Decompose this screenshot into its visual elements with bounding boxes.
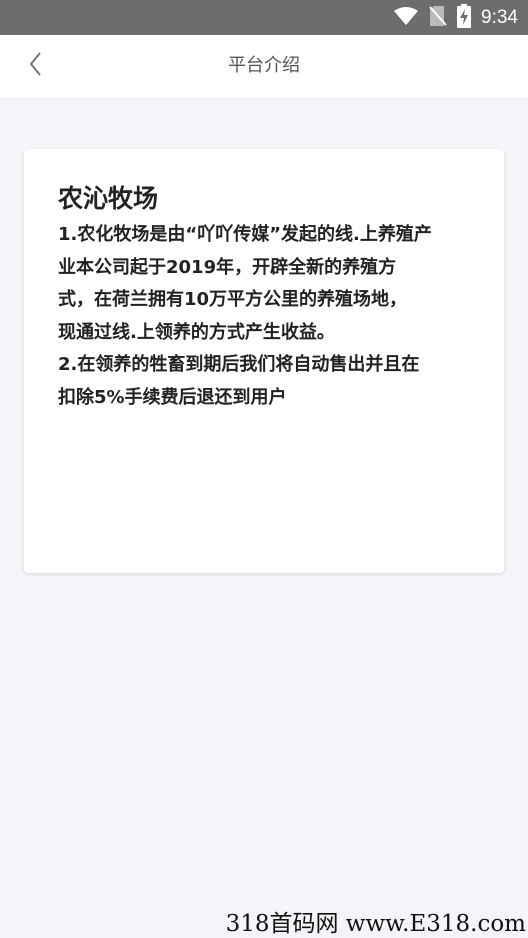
card-title: 农沁牧场 (58, 184, 159, 213)
battery-charging-icon (457, 3, 472, 32)
card-body: 1.农化牧场是由“吖吖传媒”发起的线.上养殖产 业本公司起于2019年，开辟全新… (58, 224, 432, 408)
intro-card: 农沁牧场 1.农化牧场是由“吖吖传媒”发起的线.上养殖产 业本公司起于2019年… (24, 149, 504, 573)
status-time: 9:34 (481, 6, 518, 28)
header-bar: 平台介绍 (0, 35, 528, 97)
no-sim-icon (429, 5, 447, 31)
status-bar: 9:34 (0, 0, 528, 35)
status-icons: 9:34 (393, 0, 518, 35)
page-title: 平台介绍 (228, 55, 300, 76)
wifi-icon (393, 6, 419, 30)
watermark: 318首码网 www.E318.com (225, 911, 526, 937)
